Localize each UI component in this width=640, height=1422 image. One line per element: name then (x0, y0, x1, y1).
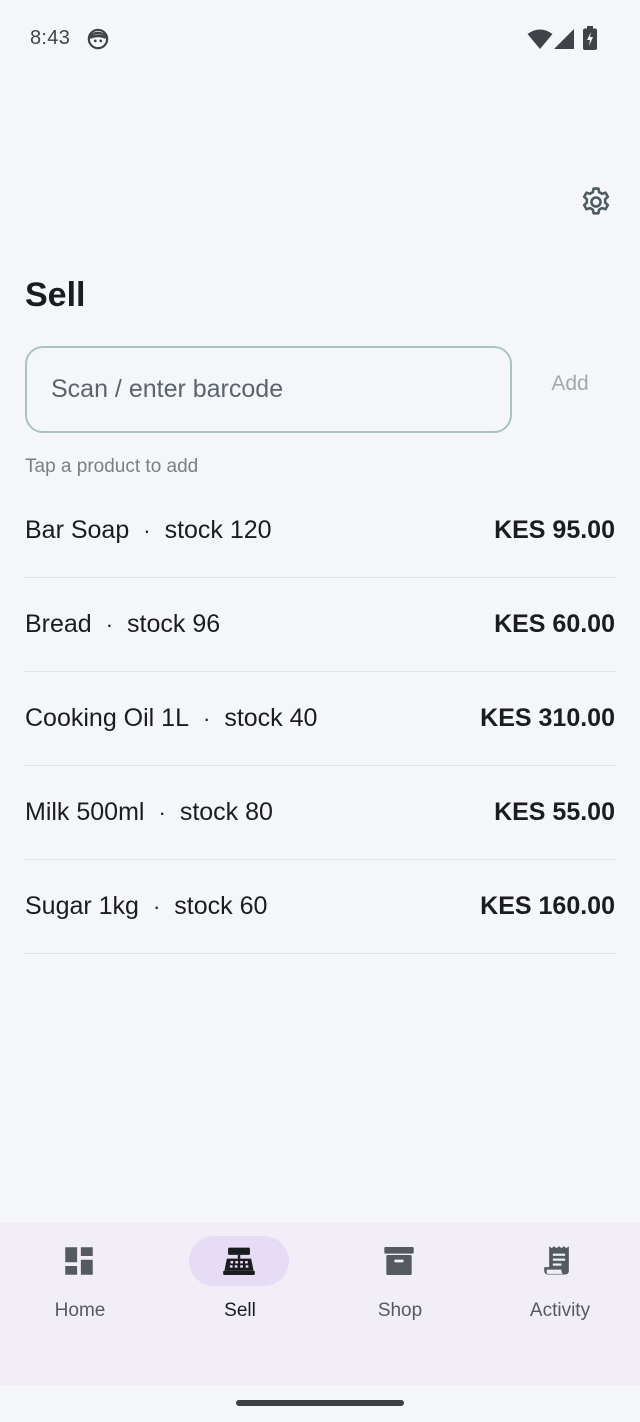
sell-screen: 8:43 Sell Add Tap a product to add (0, 0, 640, 1422)
nav-label: Sell (224, 1300, 256, 1321)
product-row[interactable]: Cooking Oil 1L · stock 40 KES 310.00 (25, 672, 615, 766)
product-price: KES 95.00 (494, 516, 615, 544)
separator-dot: · (105, 611, 114, 637)
separator-dot: · (143, 517, 151, 543)
settings-button[interactable] (576, 182, 616, 222)
gesture-handle[interactable] (236, 1400, 404, 1406)
gesture-area (0, 1385, 640, 1422)
receipt-icon (544, 1246, 569, 1275)
product-row[interactable]: Milk 500ml · stock 80 KES 55.00 (25, 766, 615, 860)
status-bar: 8:43 (0, 0, 640, 78)
archive-box-icon (384, 1247, 414, 1275)
hint-text: Tap a product to add (25, 456, 199, 477)
product-info: Sugar 1kg · stock 60 (25, 892, 267, 921)
nav-item-activity[interactable]: Activity (480, 1223, 640, 1385)
product-stock: stock 80 (179, 798, 273, 826)
product-stock: stock 40 (224, 704, 318, 732)
cash-register-icon (223, 1247, 255, 1275)
product-stock: stock 120 (164, 516, 272, 544)
nav-label: Home (54, 1300, 106, 1321)
add-button[interactable]: Add (530, 360, 610, 408)
product-info: Cooking Oil 1L · stock 40 (25, 704, 317, 733)
nav-pill (509, 1236, 609, 1286)
product-list: Bar Soap · stock 120 KES 95.00 Bread · s… (25, 484, 615, 954)
separator-dot: · (158, 799, 166, 825)
dashboard-icon (65, 1247, 93, 1275)
nav-pill (189, 1236, 289, 1286)
product-name: Bread (25, 610, 92, 638)
wifi-icon (527, 29, 553, 49)
nav-label: Shop (377, 1300, 423, 1321)
product-info: Bar Soap · stock 120 (25, 516, 272, 545)
product-stock: stock 96 (127, 610, 221, 638)
product-price: KES 60.00 (494, 610, 615, 638)
product-row[interactable]: Bar Soap · stock 120 KES 95.00 (25, 484, 615, 578)
battery-charging-icon (583, 26, 597, 50)
nav-item-sell[interactable]: Sell (160, 1223, 320, 1385)
notification-face-icon (87, 28, 109, 50)
product-price: KES 160.00 (480, 892, 615, 920)
product-info: Milk 500ml · stock 80 (25, 798, 273, 827)
barcode-input[interactable] (27, 348, 510, 431)
cell-signal-icon (554, 29, 574, 49)
separator-dot: · (202, 705, 211, 731)
gear-icon (582, 187, 610, 215)
product-name: Sugar 1kg (25, 892, 139, 920)
nav-pill (29, 1236, 129, 1286)
product-name: Cooking Oil 1L (25, 704, 189, 732)
product-price: KES 55.00 (494, 798, 615, 826)
product-row[interactable]: Bread · stock 96 KES 60.00 (25, 578, 615, 672)
product-name: Bar Soap (25, 516, 130, 544)
product-info: Bread · stock 96 (25, 610, 220, 639)
page-title: Sell (25, 276, 86, 314)
status-time: 8:43 (30, 27, 71, 49)
product-row[interactable]: Sugar 1kg · stock 60 KES 160.00 (25, 860, 615, 954)
barcode-field[interactable] (25, 346, 512, 433)
bottom-navigation: Home Sell Shop Activity (0, 1223, 640, 1385)
nav-item-shop[interactable]: Shop (320, 1223, 480, 1385)
separator-dot: · (152, 893, 161, 919)
product-name: Milk 500ml (25, 798, 145, 826)
nav-item-home[interactable]: Home (0, 1223, 160, 1385)
product-stock: stock 60 (174, 892, 268, 920)
product-price: KES 310.00 (480, 704, 615, 732)
nav-pill (349, 1236, 449, 1286)
nav-label: Activity (529, 1300, 591, 1321)
